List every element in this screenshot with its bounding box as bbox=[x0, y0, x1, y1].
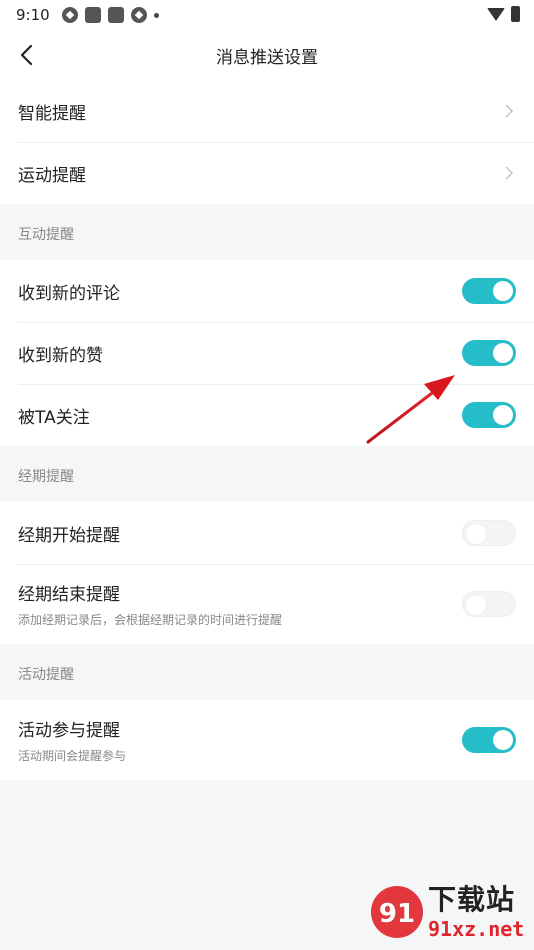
activity-settings-group: 活动参与提醒 活动期间会提醒参与 bbox=[0, 700, 534, 780]
toggle-knob bbox=[493, 405, 513, 425]
watermark: 91 下载站 91xz.net bbox=[368, 878, 528, 946]
status-system-icons bbox=[487, 6, 520, 22]
chevron-left-icon bbox=[20, 44, 33, 66]
section-header-activity: 活动提醒 bbox=[18, 667, 74, 683]
toggle-knob bbox=[466, 595, 486, 615]
period-end-row: 经期结束提醒 添加经期记录后，会根据经期记录的时间进行提醒 bbox=[0, 564, 534, 644]
battery-icon bbox=[511, 6, 520, 22]
new-comment-toggle[interactable] bbox=[462, 278, 516, 304]
row-label: 收到新的赞 bbox=[18, 345, 103, 366]
main-settings-group: 智能提醒 运动提醒 bbox=[0, 80, 534, 204]
status-bar: 9:10 bbox=[0, 0, 534, 30]
row-description: 活动期间会提醒参与 bbox=[18, 749, 127, 763]
toggle-knob bbox=[466, 524, 486, 544]
interaction-settings-group: 收到新的评论 收到新的赞 被TA关注 bbox=[0, 260, 534, 446]
watermark-url: 91xz.net bbox=[428, 917, 525, 941]
watermark-site-name: 下载站 bbox=[428, 883, 516, 916]
row-label: 运动提醒 bbox=[18, 165, 86, 186]
period-start-row: 经期开始提醒 bbox=[0, 502, 534, 564]
chevron-right-icon bbox=[505, 166, 514, 180]
followed-toggle[interactable] bbox=[462, 402, 516, 428]
watermark-text: 下载站 91xz.net bbox=[428, 883, 524, 941]
page-title: 消息推送设置 bbox=[216, 47, 318, 68]
new-like-toggle[interactable] bbox=[462, 340, 516, 366]
chevron-right-icon bbox=[505, 104, 514, 118]
app-notification-icon bbox=[84, 7, 101, 23]
period-settings-group: 经期开始提醒 经期结束提醒 添加经期记录后，会根据经期记录的时间进行提醒 bbox=[0, 502, 534, 644]
activity-join-toggle[interactable] bbox=[462, 727, 516, 753]
row-label: 经期结束提醒 bbox=[18, 585, 120, 605]
more-notifications-dot-icon bbox=[153, 12, 159, 18]
smart-reminder-row[interactable]: 智能提醒 bbox=[0, 80, 534, 142]
watermark-logo: 91 bbox=[368, 880, 426, 944]
nav-bar: 消息推送设置 bbox=[0, 30, 534, 80]
toggle-knob bbox=[493, 281, 513, 301]
toggle-knob bbox=[493, 730, 513, 750]
row-description: 添加经期记录后，会根据经期记录的时间进行提醒 bbox=[18, 613, 283, 627]
section-header-interaction: 互动提醒 bbox=[18, 227, 74, 243]
toggle-knob bbox=[493, 343, 513, 363]
wifi-icon bbox=[487, 7, 505, 21]
period-start-toggle[interactable] bbox=[462, 520, 516, 546]
row-label: 智能提醒 bbox=[18, 103, 86, 124]
app-notification-icon bbox=[107, 7, 124, 23]
new-comment-row: 收到新的评论 bbox=[0, 260, 534, 322]
section-header-period: 经期提醒 bbox=[18, 469, 74, 485]
period-end-toggle[interactable] bbox=[462, 591, 516, 617]
row-label: 被TA关注 bbox=[18, 407, 90, 428]
status-time: 9:10 bbox=[16, 6, 50, 24]
app-notification-icon bbox=[61, 7, 78, 23]
row-label: 收到新的评论 bbox=[18, 283, 120, 304]
status-notification-icons bbox=[61, 7, 159, 23]
app-notification-icon bbox=[130, 7, 147, 23]
back-button[interactable] bbox=[12, 40, 40, 70]
watermark-logo-text: 91 bbox=[379, 899, 415, 929]
followed-row: 被TA关注 bbox=[0, 384, 534, 446]
new-like-row: 收到新的赞 bbox=[0, 322, 534, 384]
row-label: 活动参与提醒 bbox=[18, 721, 120, 741]
activity-join-row: 活动参与提醒 活动期间会提醒参与 bbox=[0, 700, 534, 780]
sport-reminder-row[interactable]: 运动提醒 bbox=[0, 142, 534, 204]
row-label: 经期开始提醒 bbox=[18, 525, 120, 546]
